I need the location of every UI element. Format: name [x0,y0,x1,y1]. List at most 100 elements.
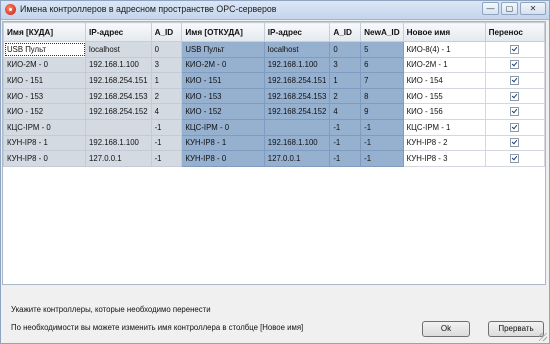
cell-name-from: КЦС-IPM - 0 [181,118,265,136]
cell-ip-from: 127.0.0.1 [263,150,331,167]
cell-ip-to: 192.168.254.151 [85,72,152,89]
cell-ip-to: 192.168.1.100 [85,134,152,152]
transfer-checkbox[interactable] [510,107,520,117]
cell-aid-to: -1 [150,150,183,167]
close-button[interactable]: ✕ [520,2,546,15]
cell-name-from: КУН-IP8 - 0 [181,150,265,167]
header-name-to[interactable]: Имя [КУДА] [3,22,87,42]
controllers-grid: Имя [КУДА] IP-адрес A_ID Имя [ОТКУДА] IP-адр… [2,21,546,285]
cell-name-from: КИО - 151 [181,72,265,89]
transfer-checkbox[interactable] [510,60,520,70]
cell-name-from: КУН-IP8 - 1 [181,134,265,152]
transfer-checkbox[interactable] [510,75,520,85]
table-row[interactable]: КИО - 151 192.168.254.151 1 КИО - 151 192.16… [3,72,545,89]
cell-ip-to: 192.168.1.100 [85,56,152,74]
cell-ip-to: localhost [85,41,152,58]
cell-name-to[interactable]: КИО - 153 [3,87,87,105]
cell-name-from: КИО - 152 [181,103,265,120]
header-transfer[interactable]: Перенос [484,22,545,42]
cell-ip-from: 192.168.254.153 [263,87,331,105]
cell-ip-from: 192.168.254.152 [263,103,331,120]
table-row[interactable]: USB Пульт localhost 0 USB Пульт localhost 0 5 К… [3,41,545,58]
header-new-name[interactable]: Новое имя [402,22,486,42]
minimize-button[interactable]: — [482,2,499,15]
cell-transfer[interactable] [484,103,545,120]
cell-ip-from: 192.168.254.151 [263,72,331,89]
cell-name-to[interactable]: КИО - 152 [3,103,87,120]
cell-name-to[interactable]: КУН-IP8 - 1 [3,134,87,152]
cell-name-to[interactable]: КЦС-IPM - 0 [3,118,87,136]
transfer-checkbox[interactable] [510,91,520,101]
cell-aid-to: 2 [150,87,183,105]
cell-transfer[interactable] [484,150,545,167]
ok-button[interactable]: Ok [422,321,470,337]
title-bar[interactable]: Имена контроллеров в адресном пространст… [1,1,549,20]
table-row[interactable]: КИО-2М - 0 192.168.1.100 3 КИО-2М - 0 192.16… [3,56,545,74]
header-aid-to[interactable]: A_ID [150,22,183,42]
cell-aid-from: 4 [329,103,362,120]
cell-transfer[interactable] [484,118,545,136]
transfer-checkbox[interactable] [510,44,520,54]
cell-aid-to: 4 [150,103,183,120]
cell-transfer[interactable] [484,134,545,152]
header-name-from[interactable]: Имя [ОТКУДА] [181,22,265,42]
dialog-window: Имена контроллеров в адресном пространст… [0,0,550,344]
cell-transfer[interactable] [484,72,545,89]
cell-aid-from: 1 [329,72,362,89]
cell-name-to[interactable]: КИО - 151 [3,72,87,89]
cell-ip-from: localhost [263,41,331,58]
window-title: Имена контроллеров в адресном пространст… [20,4,277,14]
header-aid-from[interactable]: A_ID [329,22,362,42]
cell-new-name[interactable]: КИО - 155 [402,87,486,105]
table-row[interactable]: КУН-IP8 - 1 192.168.1.100 -1 КУН-IP8 - 1 192… [3,134,545,152]
header-ip-from[interactable]: IP-адрес [263,22,331,42]
cell-new-aid: -1 [360,134,404,152]
cell-new-name[interactable]: КИО-8(4) - 1 [402,41,486,58]
header-new-aid[interactable]: NewA_ID [360,22,404,42]
cell-new-name[interactable]: КУН-IP8 - 2 [402,134,486,152]
cell-new-aid: 9 [360,103,404,120]
cell-ip-from: 192.168.1.100 [263,134,331,152]
cell-name-to[interactable]: КИО-2М - 0 [3,56,87,74]
cell-transfer[interactable] [484,87,545,105]
table-row[interactable]: КИО - 152 192.168.254.152 4 КИО - 152 192.16… [3,103,545,120]
cell-name-to[interactable]: USB Пульт [3,41,87,58]
header-ip-to[interactable]: IP-адрес [85,22,152,42]
cell-aid-from: -1 [329,150,362,167]
cell-new-aid: -1 [360,118,404,136]
resize-grip[interactable] [539,333,547,341]
hint-select-controllers: Укажите контроллеры, которые необходимо … [11,305,211,314]
table-row[interactable]: КИО - 153 192.168.254.153 2 КИО - 153 192.16… [3,87,545,105]
cell-aid-to: 3 [150,56,183,74]
cell-new-aid: 6 [360,56,404,74]
cell-new-name[interactable]: КЦС-IPM - 1 [402,118,486,136]
cell-new-name[interactable]: КИО-2М - 1 [402,56,486,74]
cell-transfer[interactable] [484,56,545,74]
cell-name-from: USB Пульт [181,41,265,58]
cell-new-aid: -1 [360,150,404,167]
cell-new-name[interactable]: КИО - 156 [402,103,486,120]
maximize-button[interactable]: ▢ [501,2,518,15]
cell-aid-to: 0 [150,41,183,58]
cell-new-aid: 7 [360,72,404,89]
abort-button[interactable]: Прервать [488,321,544,337]
cell-name-to[interactable]: КУН-IP8 - 0 [3,150,87,167]
transfer-checkbox[interactable] [510,153,520,163]
hint-rename: По необходимости вы можете изменить имя … [11,323,304,332]
cell-aid-to: -1 [150,118,183,136]
table-row[interactable]: КУН-IP8 - 0 127.0.0.1 -1 КУН-IP8 - 0 127.0.0… [3,150,545,167]
table-row[interactable]: КЦС-IPM - 0 -1 КЦС-IPM - 0 -1 -1 КЦС-IPM - 1 [3,118,545,136]
cell-aid-from: -1 [329,118,362,136]
cell-name-from: КИО - 153 [181,87,265,105]
transfer-checkbox[interactable] [510,122,520,132]
cell-transfer[interactable] [484,41,545,58]
cell-ip-from: 192.168.1.100 [263,56,331,74]
cell-new-aid: 8 [360,87,404,105]
cell-aid-from: 2 [329,87,362,105]
cell-ip-from [263,118,331,136]
cell-ip-to: 127.0.0.1 [85,150,152,167]
cell-new-name[interactable]: КИО - 154 [402,72,486,89]
window-controls: — ▢ ✕ [482,2,546,16]
transfer-checkbox[interactable] [510,138,520,148]
cell-new-name[interactable]: КУН-IP8 - 3 [402,150,486,167]
